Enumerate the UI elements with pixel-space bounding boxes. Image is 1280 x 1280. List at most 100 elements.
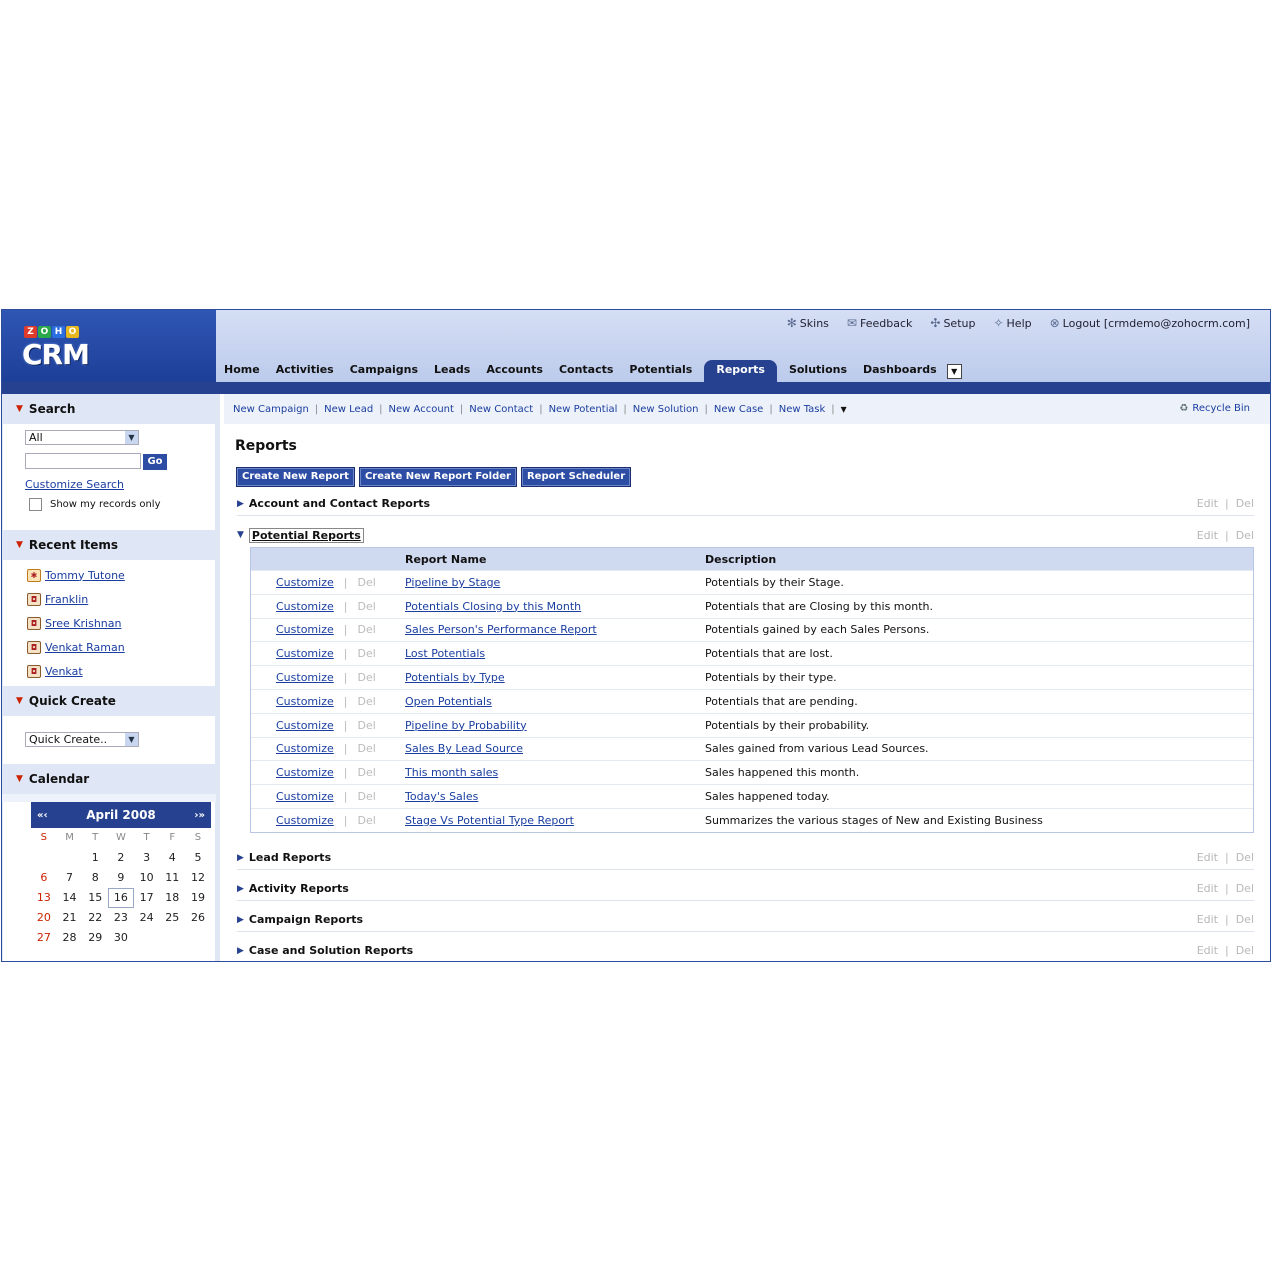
tab-campaigns[interactable]: Campaigns — [342, 360, 426, 382]
report-name-link[interactable]: Potentials Closing by this Month — [405, 600, 581, 613]
del-link[interactable]: Del — [357, 790, 375, 803]
calendar-day[interactable]: 17 — [134, 888, 160, 908]
feedback-link[interactable]: ✉ Feedback — [847, 316, 912, 330]
calendar-day[interactable]: 24 — [134, 908, 160, 928]
calendar-day[interactable]: 1 — [82, 848, 108, 868]
tabs-more-dropdown-icon[interactable]: ▼ — [946, 363, 962, 379]
calendar-day[interactable]: 21 — [57, 908, 83, 928]
del-link[interactable]: Del — [357, 623, 375, 636]
recent-item[interactable]: ◘ Sree Krishnan — [3, 611, 215, 635]
recycle-bin-link[interactable]: ♻ Recycle Bin — [1179, 403, 1250, 414]
category-account-contact[interactable]: ▶ Account and Contact Reports Edit | Del — [237, 492, 1254, 516]
edit-link[interactable]: Edit — [1197, 913, 1218, 926]
recent-items-header[interactable]: ▼ Recent Items — [2, 530, 216, 560]
recent-item-label[interactable]: Venkat — [45, 665, 83, 678]
edit-link[interactable]: Edit — [1197, 497, 1218, 510]
skins-link[interactable]: ✻ Skins — [787, 316, 829, 330]
calendar-day[interactable]: 28 — [57, 928, 83, 948]
my-records-toggle[interactable]: Show my records only — [29, 498, 160, 511]
report-name-link[interactable]: Pipeline by Stage — [405, 576, 500, 589]
del-link[interactable]: Del — [357, 576, 375, 589]
del-link[interactable]: Del — [1236, 529, 1254, 542]
new-case-link[interactable]: New Case — [714, 404, 763, 415]
customize-link[interactable]: Customize — [276, 719, 334, 732]
del-link[interactable]: Del — [357, 742, 375, 755]
edit-link[interactable]: Edit — [1197, 882, 1218, 895]
report-name-link[interactable]: Sales Person's Performance Report — [405, 623, 597, 636]
recent-item-label[interactable]: Sree Krishnan — [45, 617, 121, 630]
category-potential[interactable]: ▼ Potential Reports Edit | Del — [237, 523, 1254, 547]
calendar-day[interactable]: 19 — [185, 888, 211, 908]
report-name-link[interactable]: Lost Potentials — [405, 647, 485, 660]
edit-link[interactable]: Edit — [1197, 851, 1218, 864]
calendar-day[interactable]: 18 — [159, 888, 185, 908]
calendar-day[interactable] — [134, 928, 160, 948]
del-link[interactable]: Del — [1236, 913, 1254, 926]
customize-link[interactable]: Customize — [276, 671, 334, 684]
calendar-day[interactable]: 15 — [82, 888, 108, 908]
del-link[interactable]: Del — [357, 600, 375, 613]
calendar-day[interactable]: 6 — [31, 868, 57, 888]
recent-item[interactable]: ✱ Tommy Tutone — [3, 563, 215, 587]
customize-link[interactable]: Customize — [276, 766, 334, 779]
customize-link[interactable]: Customize — [276, 695, 334, 708]
customize-search-link[interactable]: Customize Search — [25, 478, 124, 491]
new-lead-link[interactable]: New Lead — [324, 404, 373, 415]
calendar-day[interactable]: 13 — [31, 888, 57, 908]
category-activity[interactable]: ▶ Activity Reports Edit | Del — [237, 877, 1254, 901]
calendar-day[interactable]: 12 — [185, 868, 211, 888]
go-button[interactable]: Go — [143, 454, 167, 470]
calendar-day[interactable]: 20 — [31, 908, 57, 928]
new-contact-link[interactable]: New Contact — [469, 404, 533, 415]
del-link[interactable]: Del — [357, 814, 375, 827]
report-name-link[interactable]: This month sales — [405, 766, 498, 779]
prev-month-icon[interactable]: «‹ — [37, 810, 48, 821]
calendar-day[interactable]: 2 — [108, 848, 134, 868]
tab-leads[interactable]: Leads — [426, 360, 478, 382]
del-link[interactable]: Del — [357, 695, 375, 708]
search-module-select[interactable]: All ▼ — [25, 430, 139, 445]
recent-item-label[interactable]: Venkat Raman — [45, 641, 125, 654]
tab-reports[interactable]: Reports — [704, 360, 777, 382]
recent-item-label[interactable]: Tommy Tutone — [45, 569, 125, 582]
customize-link[interactable]: Customize — [276, 647, 334, 660]
create-new-report-button[interactable]: Create New Report — [236, 467, 355, 487]
calendar-day-today[interactable]: 16 — [108, 888, 134, 908]
more-links-chevron-icon[interactable]: ▾ — [841, 402, 847, 416]
recent-item[interactable]: ◘ Franklin — [3, 587, 215, 611]
report-name-link[interactable]: Today's Sales — [405, 790, 478, 803]
del-link[interactable]: Del — [357, 671, 375, 684]
calendar-day[interactable]: 8 — [82, 868, 108, 888]
report-name-link[interactable]: Open Potentials — [405, 695, 492, 708]
quick-create-header[interactable]: ▼ Quick Create — [2, 686, 216, 716]
tab-home[interactable]: Home — [216, 360, 268, 382]
new-task-link[interactable]: New Task — [779, 404, 826, 415]
calendar-day[interactable]: 26 — [185, 908, 211, 928]
report-name-link[interactable]: Stage Vs Potential Type Report — [405, 814, 574, 827]
calendar-day[interactable]: 27 — [31, 928, 57, 948]
create-report-folder-button[interactable]: Create New Report Folder — [358, 467, 517, 487]
report-name-link[interactable]: Sales By Lead Source — [405, 742, 523, 755]
del-link[interactable]: Del — [1236, 851, 1254, 864]
del-link[interactable]: Del — [357, 719, 375, 732]
quick-create-select[interactable]: Quick Create.. ▼ — [25, 732, 139, 747]
calendar-day[interactable]: 10 — [134, 868, 160, 888]
customize-link[interactable]: Customize — [276, 600, 334, 613]
tab-solutions[interactable]: Solutions — [781, 360, 855, 382]
calendar-day[interactable]: 30 — [108, 928, 134, 948]
recent-item[interactable]: ◘ Venkat — [3, 659, 215, 683]
del-link[interactable]: Del — [1236, 497, 1254, 510]
del-link[interactable]: Del — [357, 766, 375, 779]
calendar-header[interactable]: ▼ Calendar — [2, 764, 216, 794]
new-potential-link[interactable]: New Potential — [549, 404, 618, 415]
report-name-link[interactable]: Pipeline by Probability — [405, 719, 527, 732]
calendar-day[interactable]: 23 — [108, 908, 134, 928]
calendar-day[interactable] — [31, 848, 57, 868]
calendar-day[interactable]: 4 — [159, 848, 185, 868]
calendar-day[interactable]: 25 — [159, 908, 185, 928]
setup-link[interactable]: ✣ Setup — [930, 316, 975, 330]
new-solution-link[interactable]: New Solution — [633, 404, 699, 415]
calendar-day[interactable]: 14 — [57, 888, 83, 908]
calendar-day[interactable]: 9 — [108, 868, 134, 888]
customize-link[interactable]: Customize — [276, 623, 334, 636]
